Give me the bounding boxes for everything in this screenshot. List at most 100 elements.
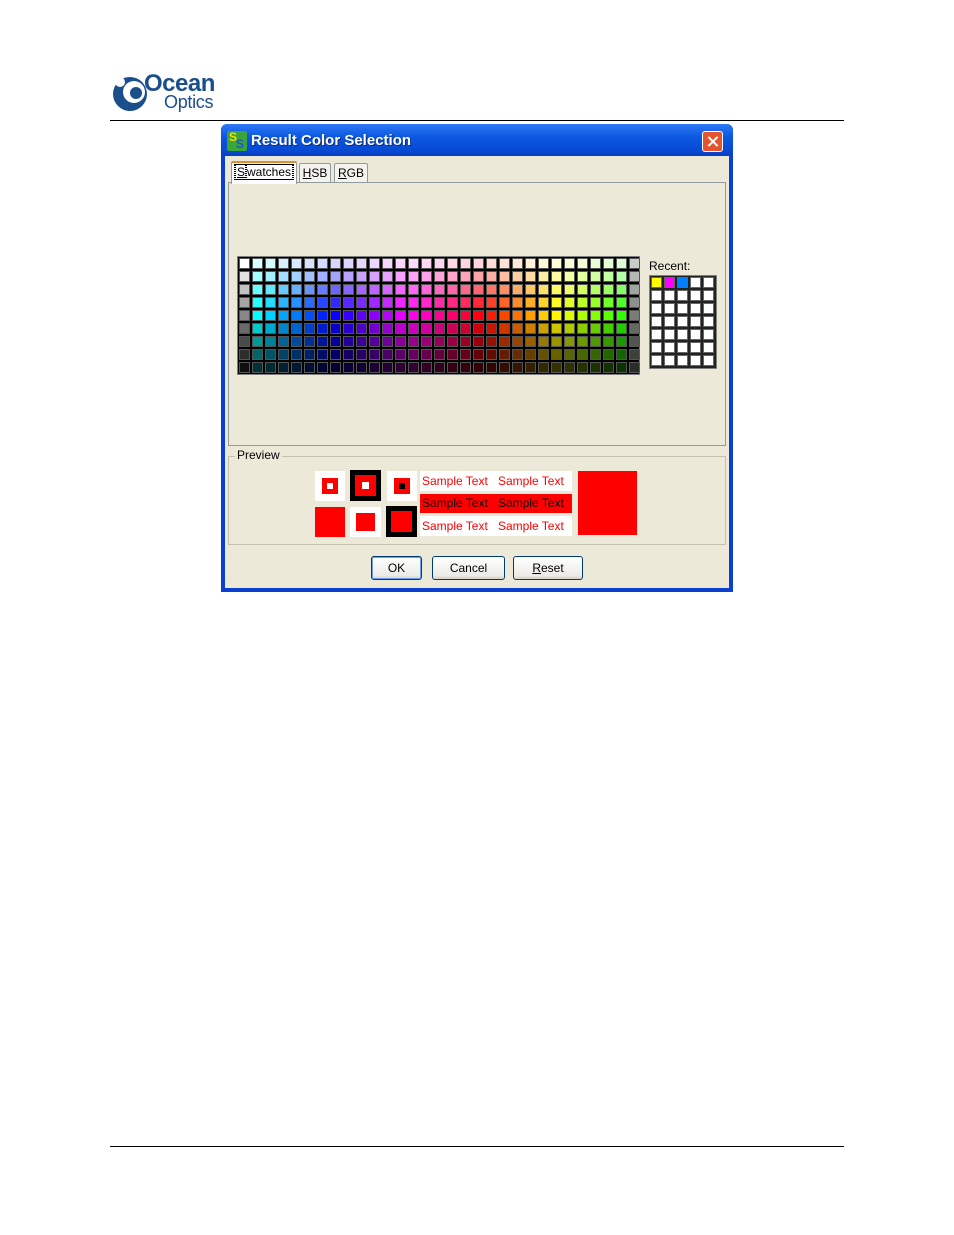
color-swatch[interactable] (499, 362, 510, 373)
color-swatch[interactable] (382, 323, 393, 334)
color-swatch[interactable] (343, 336, 354, 347)
color-swatch[interactable] (343, 362, 354, 373)
color-swatch[interactable] (317, 271, 328, 282)
color-swatch[interactable] (447, 258, 458, 269)
color-swatch[interactable] (577, 297, 588, 308)
color-swatch[interactable] (616, 284, 627, 295)
color-swatch[interactable] (590, 271, 601, 282)
color-swatch[interactable] (395, 271, 406, 282)
color-swatch[interactable] (473, 349, 484, 360)
color-swatch[interactable] (382, 258, 393, 269)
color-swatch[interactable] (629, 271, 640, 282)
color-swatch[interactable] (538, 349, 549, 360)
color-swatch[interactable] (291, 297, 302, 308)
dialog-titlebar[interactable]: SS Result Color Selection (221, 124, 733, 156)
color-swatch[interactable] (512, 258, 523, 269)
color-swatch[interactable] (252, 284, 263, 295)
color-swatch[interactable] (343, 297, 354, 308)
color-swatch[interactable] (239, 349, 250, 360)
color-swatch[interactable] (434, 284, 445, 295)
color-swatch[interactable] (369, 258, 380, 269)
color-swatch[interactable] (590, 297, 601, 308)
color-swatch[interactable] (408, 284, 419, 295)
recent-swatch[interactable] (664, 342, 675, 353)
color-swatch[interactable] (421, 349, 432, 360)
color-swatch[interactable] (447, 323, 458, 334)
color-swatch[interactable] (603, 310, 614, 321)
recent-swatch[interactable] (690, 342, 701, 353)
color-swatch[interactable] (538, 310, 549, 321)
color-swatch[interactable] (369, 284, 380, 295)
color-swatch[interactable] (356, 323, 367, 334)
color-swatch[interactable] (447, 362, 458, 373)
color-swatch[interactable] (590, 323, 601, 334)
color-swatch[interactable] (291, 284, 302, 295)
color-swatch[interactable] (330, 349, 341, 360)
color-swatch[interactable] (239, 271, 250, 282)
reset-button[interactable]: Reset (513, 556, 583, 580)
color-swatch[interactable] (408, 336, 419, 347)
color-swatch[interactable] (434, 310, 445, 321)
color-swatch[interactable] (447, 271, 458, 282)
color-swatch[interactable] (434, 336, 445, 347)
color-swatch[interactable] (590, 349, 601, 360)
color-swatch[interactable] (421, 323, 432, 334)
color-swatch[interactable] (304, 297, 315, 308)
color-swatch[interactable] (382, 336, 393, 347)
color-swatch[interactable] (395, 362, 406, 373)
color-swatch[interactable] (408, 349, 419, 360)
color-swatch[interactable] (603, 336, 614, 347)
color-swatch[interactable] (460, 362, 471, 373)
color-swatch[interactable] (317, 349, 328, 360)
color-swatch[interactable] (291, 362, 302, 373)
color-swatch[interactable] (343, 323, 354, 334)
color-swatch[interactable] (512, 284, 523, 295)
color-swatch[interactable] (382, 310, 393, 321)
color-swatch[interactable] (525, 258, 536, 269)
color-swatch[interactable] (382, 362, 393, 373)
color-swatch[interactable] (304, 310, 315, 321)
color-swatch[interactable] (278, 258, 289, 269)
color-swatch[interactable] (291, 310, 302, 321)
color-swatch[interactable] (499, 310, 510, 321)
color-swatch[interactable] (499, 297, 510, 308)
color-swatch[interactable] (512, 349, 523, 360)
color-swatch[interactable] (369, 362, 380, 373)
color-swatch[interactable] (408, 310, 419, 321)
tab-hsb[interactable]: HSB (299, 163, 331, 183)
color-swatch[interactable] (356, 362, 367, 373)
recent-swatch[interactable] (677, 290, 688, 301)
color-swatch[interactable] (551, 271, 562, 282)
color-swatch[interactable] (252, 349, 263, 360)
color-swatch[interactable] (421, 336, 432, 347)
color-swatch[interactable] (629, 284, 640, 295)
color-swatch[interactable] (616, 349, 627, 360)
color-swatch[interactable] (291, 258, 302, 269)
recent-swatch[interactable] (677, 316, 688, 327)
recent-swatch[interactable] (677, 355, 688, 366)
color-swatch[interactable] (473, 284, 484, 295)
color-swatch[interactable] (304, 362, 315, 373)
color-swatch[interactable] (369, 271, 380, 282)
tab-rgb[interactable]: RGB (334, 163, 368, 183)
color-swatch[interactable] (369, 323, 380, 334)
color-swatch[interactable] (330, 362, 341, 373)
color-swatch[interactable] (395, 323, 406, 334)
color-swatch[interactable] (538, 258, 549, 269)
color-swatch[interactable] (473, 323, 484, 334)
color-swatch[interactable] (343, 258, 354, 269)
color-swatch[interactable] (486, 349, 497, 360)
color-swatch[interactable] (447, 284, 458, 295)
color-swatch[interactable] (265, 336, 276, 347)
recent-swatch-grid[interactable] (649, 275, 717, 369)
color-swatch[interactable] (590, 284, 601, 295)
color-swatch[interactable] (473, 271, 484, 282)
color-swatch[interactable] (252, 271, 263, 282)
color-swatch[interactable] (395, 284, 406, 295)
recent-swatch[interactable] (677, 342, 688, 353)
color-swatch[interactable] (421, 310, 432, 321)
color-swatch[interactable] (629, 349, 640, 360)
color-swatch[interactable] (486, 323, 497, 334)
color-swatch[interactable] (252, 310, 263, 321)
color-swatch[interactable] (356, 310, 367, 321)
